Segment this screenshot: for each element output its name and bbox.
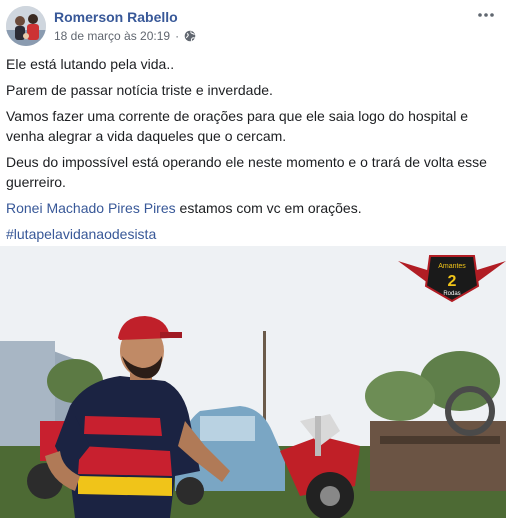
logo-top-text: Amantes	[438, 263, 466, 270]
post-photo[interactable]: Amantes 2 Rodas	[0, 246, 506, 518]
post-meta: 18 de março às 20:19 ·	[54, 28, 196, 44]
ellipsis-icon[interactable]	[474, 6, 498, 24]
author-name[interactable]: Romerson Rabello	[54, 8, 178, 26]
logo-number: 2	[448, 273, 457, 290]
mention-line: Ronei Machado Pires Pires estamos com vc…	[6, 198, 500, 218]
post-paragraph: Parem de passar notícia triste e inverda…	[6, 82, 273, 98]
logo-bottom-text: Rodas	[443, 291, 460, 297]
post-header: Romerson Rabello 18 de março às 20:19 ·	[0, 0, 506, 52]
mention-link[interactable]: Ronei Machado Pires Pires	[6, 200, 176, 216]
globe-icon[interactable]	[184, 30, 196, 42]
meta-separator: ·	[175, 29, 180, 43]
post-body: Ele está lutando pela vida.. Parem de pa…	[6, 54, 500, 250]
post-paragraph: Ele está lutando pela vida..	[6, 56, 175, 72]
post-timestamp[interactable]: 18 de março às 20:19	[54, 28, 170, 44]
mention-suffix: estamos com vc em orações.	[175, 200, 362, 216]
hashtag-line: #lutapelavidanaodesista	[6, 224, 500, 244]
hashtag-link[interactable]: #lutapelavidanaodesista	[6, 226, 156, 242]
post-paragraph: Vamos fazer uma corrente de orações para…	[6, 108, 469, 144]
author-avatar[interactable]	[6, 6, 46, 46]
post-paragraph: Deus do impossível está operando ele nes…	[6, 154, 487, 190]
